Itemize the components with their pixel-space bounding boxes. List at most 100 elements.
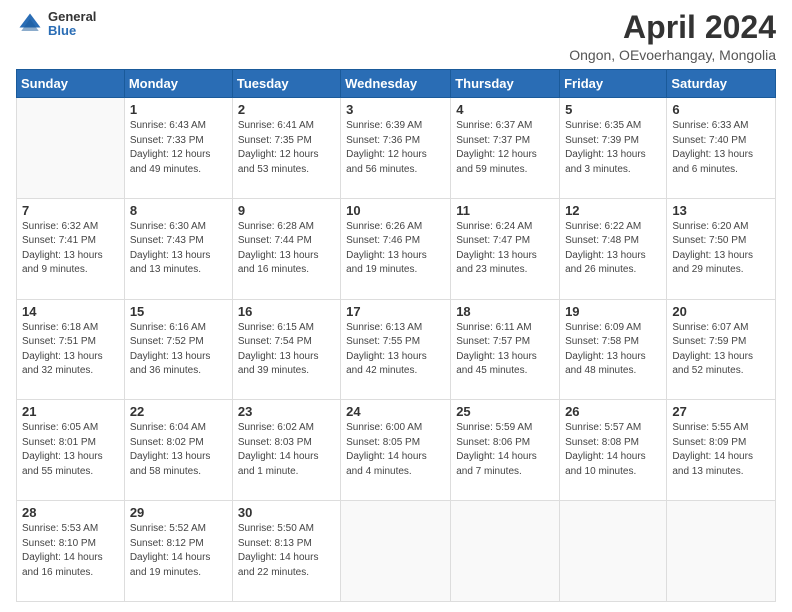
day-number: 6 xyxy=(672,102,770,117)
day-info: Sunrise: 6:24 AM Sunset: 7:47 PM Dayligh… xyxy=(456,220,554,278)
day-number: 13 xyxy=(672,203,770,218)
day-info: Sunrise: 6:04 AM Sunset: 8:02 PM Dayligh… xyxy=(130,421,227,479)
day-info: Sunrise: 6:15 AM Sunset: 7:54 PM Dayligh… xyxy=(238,321,335,379)
day-info: Sunrise: 6:26 AM Sunset: 7:46 PM Dayligh… xyxy=(346,220,445,278)
calendar-cell: 25Sunrise: 5:59 AM Sunset: 8:06 PM Dayli… xyxy=(451,400,560,501)
title-block: April 2024 Ongon, OEvoerhangay, Mongolia xyxy=(569,10,776,63)
logo-blue: Blue xyxy=(48,24,96,38)
day-number: 26 xyxy=(565,404,661,419)
calendar-cell: 2Sunrise: 6:41 AM Sunset: 7:35 PM Daylig… xyxy=(232,98,340,199)
calendar-cell: 23 Sunrise: 6:02 AM Sunset: 8:03 PM Dayli… xyxy=(232,400,340,501)
calendar: SundayMondayTuesdayWednesdayThursdayFrid… xyxy=(16,69,776,602)
calendar-cell: 11 Sunrise: 6:24 AM Sunset: 7:47 PM Dayli… xyxy=(451,198,560,299)
day-number: 8 xyxy=(130,203,227,218)
day-number: 9 xyxy=(238,203,335,218)
calendar-cell xyxy=(17,98,125,199)
day-number: 23 xyxy=(238,404,335,419)
day-number: 5 xyxy=(565,102,661,117)
calendar-week-row: 14Sunrise: 6:18 AM Sunset: 7:51 PM Dayli… xyxy=(17,299,776,400)
calendar-cell xyxy=(341,501,451,602)
calendar-cell: 1Sunrise: 6:43 AM Sunset: 7:33 PM Daylig… xyxy=(124,98,232,199)
calendar-cell: 10 Sunrise: 6:26 AM Sunset: 7:46 PM Dayli… xyxy=(341,198,451,299)
day-header: Wednesday xyxy=(341,70,451,98)
calendar-cell: 19 Sunrise: 6:09 AM Sunset: 7:58 PM Dayli… xyxy=(560,299,667,400)
day-number: 25 xyxy=(456,404,554,419)
day-number: 24 xyxy=(346,404,445,419)
day-info: Sunrise: 6:39 AM Sunset: 7:36 PM Dayligh… xyxy=(346,119,445,177)
day-info: Sunrise: 6:33 AM Sunset: 7:40 PM Dayligh… xyxy=(672,119,770,177)
day-number: 19 xyxy=(565,304,661,319)
day-info: Sunrise: 6:35 AM Sunset: 7:39 PM Dayligh… xyxy=(565,119,661,177)
day-header: Tuesday xyxy=(232,70,340,98)
day-info: Sunrise: 6:28 AM Sunset: 7:44 PM Dayligh… xyxy=(238,220,335,278)
calendar-header-row: SundayMondayTuesdayWednesdayThursdayFrid… xyxy=(17,70,776,98)
day-header: Monday xyxy=(124,70,232,98)
calendar-cell: 29 Sunrise: 5:52 AM Sunset: 8:12 PM Dayli… xyxy=(124,501,232,602)
day-info: Sunrise: 6:02 AM Sunset: 8:03 PM Dayligh… xyxy=(238,421,335,479)
logo-text: General Blue xyxy=(48,10,96,39)
day-header: Sunday xyxy=(17,70,125,98)
calendar-cell: 4 Sunrise: 6:37 AM Sunset: 7:37 PM Daylig… xyxy=(451,98,560,199)
logo: General Blue xyxy=(16,10,96,39)
day-number: 16 xyxy=(238,304,335,319)
day-number: 7 xyxy=(22,203,119,218)
day-number: 20 xyxy=(672,304,770,319)
calendar-cell: 20 Sunrise: 6:07 AM Sunset: 7:59 PM Dayli… xyxy=(667,299,776,400)
calendar-cell: 3 Sunrise: 6:39 AM Sunset: 7:36 PM Daylig… xyxy=(341,98,451,199)
calendar-cell: 15 Sunrise: 6:16 AM Sunset: 7:52 PM Dayli… xyxy=(124,299,232,400)
calendar-cell: 18 Sunrise: 6:11 AM Sunset: 7:57 PM Dayli… xyxy=(451,299,560,400)
calendar-cell: 13 Sunrise: 6:20 AM Sunset: 7:50 PM Dayli… xyxy=(667,198,776,299)
day-number: 30 xyxy=(238,505,335,520)
day-info: Sunrise: 6:30 AM Sunset: 7:43 PM Dayligh… xyxy=(130,220,227,278)
calendar-cell: 17Sunrise: 6:13 AM Sunset: 7:55 PM Dayli… xyxy=(341,299,451,400)
header: General Blue April 2024 Ongon, OEvoerhan… xyxy=(16,10,776,63)
day-number: 3 xyxy=(346,102,445,117)
day-info: Sunrise: 6:00 AM Sunset: 8:05 PM Dayligh… xyxy=(346,421,445,479)
day-number: 28 xyxy=(22,505,119,520)
calendar-cell: 14Sunrise: 6:18 AM Sunset: 7:51 PM Dayli… xyxy=(17,299,125,400)
day-number: 4 xyxy=(456,102,554,117)
calendar-week-row: 28 Sunrise: 5:53 AM Sunset: 8:10 PM Dayli… xyxy=(17,501,776,602)
day-info: Sunrise: 6:16 AM Sunset: 7:52 PM Dayligh… xyxy=(130,321,227,379)
day-info: Sunrise: 6:05 AM Sunset: 8:01 PM Dayligh… xyxy=(22,421,119,479)
day-info: Sunrise: 5:50 AM Sunset: 8:13 PM Dayligh… xyxy=(238,522,335,580)
day-number: 21 xyxy=(22,404,119,419)
calendar-cell: 8 Sunrise: 6:30 AM Sunset: 7:43 PM Daylig… xyxy=(124,198,232,299)
day-info: Sunrise: 6:07 AM Sunset: 7:59 PM Dayligh… xyxy=(672,321,770,379)
calendar-week-row: 21 Sunrise: 6:05 AM Sunset: 8:01 PM Dayli… xyxy=(17,400,776,501)
logo-general: General xyxy=(48,10,96,24)
day-number: 14 xyxy=(22,304,119,319)
day-info: Sunrise: 6:11 AM Sunset: 7:57 PM Dayligh… xyxy=(456,321,554,379)
day-info: Sunrise: 5:57 AM Sunset: 8:08 PM Dayligh… xyxy=(565,421,661,479)
logo-icon xyxy=(16,10,44,38)
day-info: Sunrise: 6:20 AM Sunset: 7:50 PM Dayligh… xyxy=(672,220,770,278)
calendar-cell: 30 Sunrise: 5:50 AM Sunset: 8:13 PM Dayli… xyxy=(232,501,340,602)
calendar-cell: 5 Sunrise: 6:35 AM Sunset: 7:39 PM Daylig… xyxy=(560,98,667,199)
day-info: Sunrise: 5:52 AM Sunset: 8:12 PM Dayligh… xyxy=(130,522,227,580)
day-header: Friday xyxy=(560,70,667,98)
day-info: Sunrise: 5:53 AM Sunset: 8:10 PM Dayligh… xyxy=(22,522,119,580)
calendar-cell: 7 Sunrise: 6:32 AM Sunset: 7:41 PM Daylig… xyxy=(17,198,125,299)
day-info: Sunrise: 6:09 AM Sunset: 7:58 PM Dayligh… xyxy=(565,321,661,379)
day-info: Sunrise: 6:32 AM Sunset: 7:41 PM Dayligh… xyxy=(22,220,119,278)
calendar-cell: 9 Sunrise: 6:28 AM Sunset: 7:44 PM Daylig… xyxy=(232,198,340,299)
day-number: 18 xyxy=(456,304,554,319)
calendar-week-row: 1Sunrise: 6:43 AM Sunset: 7:33 PM Daylig… xyxy=(17,98,776,199)
calendar-week-row: 7 Sunrise: 6:32 AM Sunset: 7:41 PM Daylig… xyxy=(17,198,776,299)
day-number: 29 xyxy=(130,505,227,520)
day-number: 11 xyxy=(456,203,554,218)
calendar-cell: 16 Sunrise: 6:15 AM Sunset: 7:54 PM Dayli… xyxy=(232,299,340,400)
day-info: Sunrise: 6:22 AM Sunset: 7:48 PM Dayligh… xyxy=(565,220,661,278)
calendar-cell: 6 Sunrise: 6:33 AM Sunset: 7:40 PM Daylig… xyxy=(667,98,776,199)
subtitle: Ongon, OEvoerhangay, Mongolia xyxy=(569,47,776,63)
page: General Blue April 2024 Ongon, OEvoerhan… xyxy=(0,0,792,612)
day-number: 15 xyxy=(130,304,227,319)
calendar-cell: 27Sunrise: 5:55 AM Sunset: 8:09 PM Dayli… xyxy=(667,400,776,501)
day-info: Sunrise: 6:43 AM Sunset: 7:33 PM Dayligh… xyxy=(130,119,227,177)
calendar-cell: 28 Sunrise: 5:53 AM Sunset: 8:10 PM Dayli… xyxy=(17,501,125,602)
day-info: Sunrise: 6:37 AM Sunset: 7:37 PM Dayligh… xyxy=(456,119,554,177)
page-title: April 2024 xyxy=(569,10,776,45)
calendar-cell: 22Sunrise: 6:04 AM Sunset: 8:02 PM Dayli… xyxy=(124,400,232,501)
day-number: 10 xyxy=(346,203,445,218)
day-info: Sunrise: 6:41 AM Sunset: 7:35 PM Dayligh… xyxy=(238,119,335,177)
